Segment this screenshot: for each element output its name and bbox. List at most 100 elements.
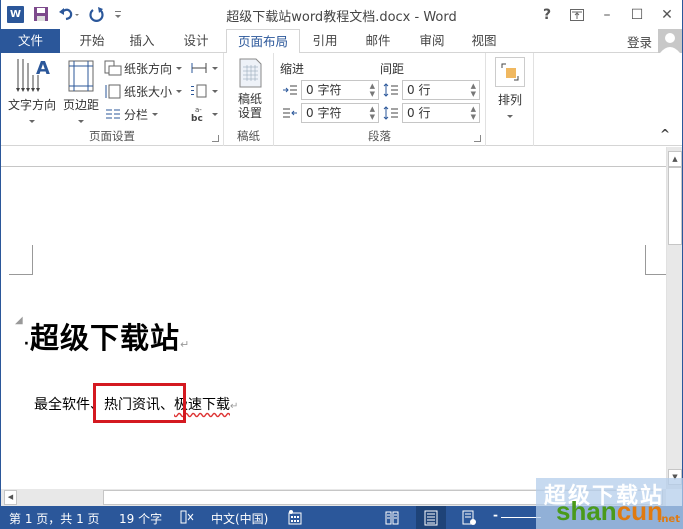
margin-corner-top-right [645,245,666,275]
heading-text: 超级下载站 [30,321,181,355]
watermark-brand-b: cun [616,496,663,526]
maximize-button[interactable]: ☐ [622,0,652,29]
scroll-left-button[interactable]: ◀ [4,490,17,505]
margin-corner-top-left [9,245,33,275]
minimize-button[interactable]: – [592,0,622,29]
tab-insert[interactable]: 插入 [123,29,161,53]
manuscript-settings-button[interactable]: 稿纸 设置 [230,57,270,120]
chevron-down-icon [152,112,159,116]
margins-icon [68,60,94,92]
watermark: 超级下载站 shancun .net [536,478,683,529]
ribbon: A 文字方向 页边距 纸张方向 纸张大小 分栏 a- bc 页面设置 稿纸 设置… [1,53,682,146]
tab-references[interactable]: 引用 [306,29,344,53]
web-layout-icon[interactable] [454,506,484,529]
chevron-down-icon [212,66,218,70]
collapse-ribbon-button[interactable]: ^ [660,127,670,141]
language[interactable]: 中文(中国) [211,510,268,527]
arrange-icon [495,57,525,87]
tab-mailings[interactable]: 邮件 [359,29,397,53]
close-button[interactable]: ✕ [652,0,682,29]
spacing-after-input[interactable]: 0 行 ▲ ▼ [402,103,480,123]
tab-review[interactable]: 审阅 [413,29,451,53]
breaks-icon [191,63,207,73]
group-label-page-setup: 页面设置 [89,129,135,143]
manuscript-label-2: 设置 [237,106,262,120]
chevron-down-icon [212,89,218,93]
paragraph-mark: ↵ [230,401,239,412]
vertical-scroll-thumb[interactable] [668,167,682,245]
ribbon-tabs: 文件 开始 插入 设计 页面布局 引用 邮件 审阅 视图 登录 [1,29,682,54]
sign-in-link[interactable]: 登录 [627,32,652,51]
breaks-button[interactable] [190,58,218,78]
spacing-after-icon [383,106,398,120]
group-page-setup: A 文字方向 页边距 纸张方向 纸张大小 分栏 a- bc 页面设置 [1,53,224,146]
ribbon-display-options-button[interactable] [562,0,592,29]
tab-file[interactable]: 文件 [1,29,60,53]
orientation-button[interactable]: 纸张方向 [104,58,183,78]
title-bar: W 超级下载站word教程文档.docx - Word ? – ☐ ✕ [1,0,682,29]
window-controls: ? – ☐ ✕ [532,0,682,29]
text-direction-label: 文字方向 [7,98,56,112]
tab-design[interactable]: 设计 [177,29,215,53]
line-numbers-button[interactable] [190,81,218,101]
chevron-down-icon [176,89,183,93]
tab-home[interactable]: 开始 [73,29,111,53]
watermark-brand: shancun [556,496,663,527]
chevron-down-icon [212,112,218,116]
spinner-icon[interactable]: ▲ ▼ [370,105,375,121]
watermark-brand-a: shan [556,496,617,526]
margins-button[interactable]: 页边距 [59,57,103,126]
group-arrange: 排列 [486,53,534,146]
dialog-launcher-icon[interactable] [474,135,481,142]
zoom-slider[interactable] [501,517,541,518]
svg-text:A: A [36,58,50,79]
macro-record-icon[interactable] [288,509,302,528]
page-count[interactable]: 第 1 页，共 1 页 [9,510,100,527]
spinner-icon[interactable]: ▲ ▼ [471,82,476,98]
indent-right-input[interactable]: 0 字符 ▲ ▼ [301,103,379,123]
columns-label: 分栏 [124,107,149,122]
ruler-area [1,147,666,167]
group-label-manuscript: 稿纸 [237,129,260,143]
read-mode-icon[interactable] [377,506,407,529]
paper-size-icon [105,84,121,99]
word-count[interactable]: 19 个字 [119,510,162,527]
paragraph-mark: ↵ [180,338,191,351]
zoom-out-button[interactable]: - [493,508,498,522]
spacing-before-input[interactable]: 0 行 ▲ ▼ [402,80,480,100]
spinner-icon[interactable]: ▲ ▼ [370,82,375,98]
columns-icon [106,109,120,119]
chevron-down-icon [29,120,35,123]
collapse-heading-icon[interactable]: ◢ [15,315,24,326]
size-button[interactable]: 纸张大小 [104,81,183,101]
manuscript-label-1: 稿纸 [237,92,262,106]
print-layout-icon[interactable] [416,506,446,529]
proofing-icon[interactable] [179,509,195,528]
document-heading[interactable]: ◢·超级下载站↵ [15,315,190,357]
indent-left-icon [283,85,297,95]
tab-page-layout[interactable]: 页面布局 [226,29,300,54]
orientation-label: 纸张方向 [124,61,173,76]
hyphenation-button[interactable]: a-bc [190,104,218,124]
vertical-scrollbar[interactable]: ▲ ▼ [666,147,682,489]
group-label-paragraph: 段落 [368,129,391,143]
text-direction-button[interactable]: A 文字方向 [5,57,59,126]
avatar[interactable] [658,29,682,53]
scroll-up-button[interactable]: ▲ [668,151,682,167]
text-direction-icon: A [16,58,50,92]
indent-left-input[interactable]: 0 字符 ▲ ▼ [301,80,379,100]
tab-view[interactable]: 视图 [465,29,503,53]
spacing-before-icon [383,83,398,97]
spacing-before-value: 0 行 [407,83,431,97]
highlight-annotation-box [93,383,186,423]
svg-text:bc: bc [191,114,203,123]
columns-button[interactable]: 分栏 [104,104,159,124]
arrange-button[interactable]: 排列 [492,57,528,121]
help-button[interactable]: ? [532,0,562,29]
dialog-launcher-icon[interactable] [212,135,219,142]
spacing-label: 间距 [380,62,405,76]
manuscript-icon [239,58,262,88]
hyphenation-icon: a-bc [191,106,203,123]
document-page[interactable]: ◢·超级下载站↵ 最全软件、热门资讯、极速下载↵ [1,167,666,489]
spinner-icon[interactable]: ▲ ▼ [471,105,476,121]
